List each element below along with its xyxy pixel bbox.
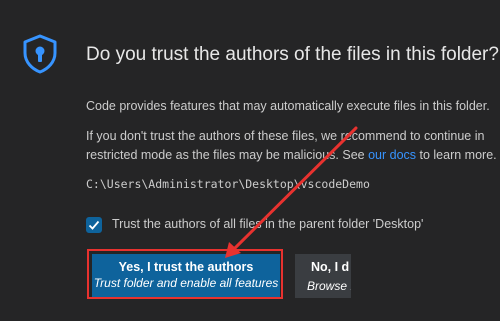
checkmark-icon <box>88 220 100 230</box>
trust-authors-button-label: Yes, I trust the authors <box>118 260 254 274</box>
message-line-3-end: to learn more. <box>416 148 497 162</box>
shield-lock-icon <box>22 34 58 74</box>
do-not-trust-button-label: No, I d <box>311 260 350 274</box>
trust-parent-checkbox-label: Trust the authors of all files in the pa… <box>112 217 424 231</box>
message-line-3-start: restricted mode as the files may be mali… <box>86 148 369 162</box>
do-not-trust-button-sublabel: Browse f <box>307 279 351 293</box>
trust-authors-button-sublabel: Trust folder and enable all features <box>93 276 279 290</box>
message-line-3: restricted mode as the files may be mali… <box>86 146 497 165</box>
docs-link[interactable]: our docs <box>368 148 416 162</box>
trust-authors-button[interactable]: Yes, I trust the authors Trust folder an… <box>92 254 280 298</box>
workspace-trust-dialog: Do you trust the authors of the files in… <box>0 0 500 321</box>
message-line-2: If you don't trust the authors of these … <box>86 129 485 143</box>
do-not-trust-button[interactable]: No, I d Browse f <box>295 254 351 298</box>
message-line-1: Code provides features that may automati… <box>86 99 490 113</box>
dialog-title: Do you trust the authors of the files in… <box>86 44 499 65</box>
folder-path: C:\Users\Administrator\Desktop\vscodeDem… <box>86 177 370 191</box>
trust-parent-checkbox[interactable] <box>86 217 102 233</box>
